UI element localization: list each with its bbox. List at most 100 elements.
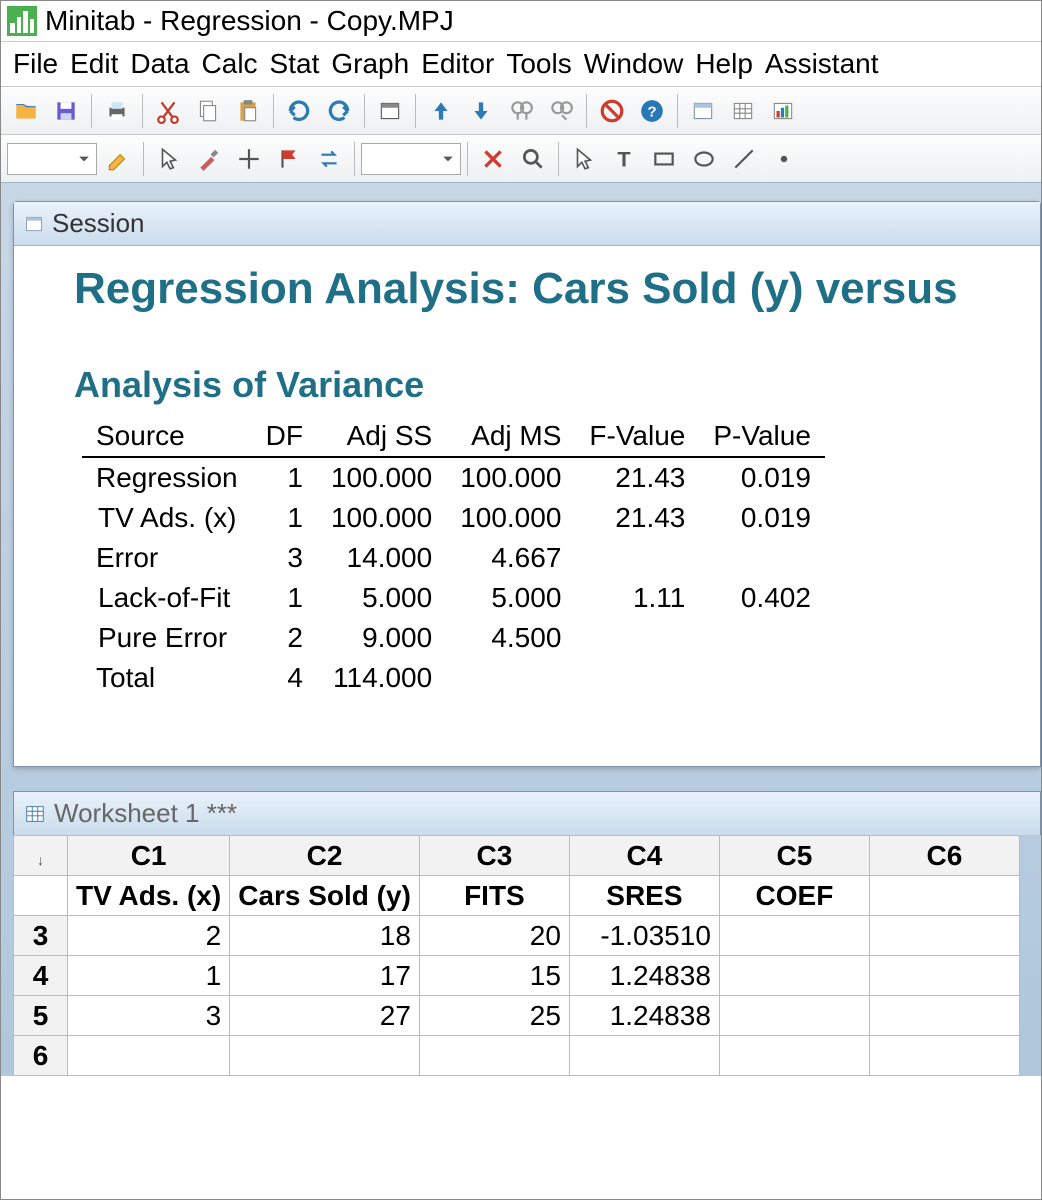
brush-format-icon[interactable] <box>99 141 137 177</box>
colname-c6[interactable] <box>869 876 1019 916</box>
ellipse-tool-icon[interactable] <box>685 141 723 177</box>
row-number[interactable]: 6 <box>14 1036 68 1076</box>
cell[interactable]: 1.24838 <box>569 996 719 1036</box>
show-session-icon[interactable] <box>684 93 722 129</box>
cell[interactable]: 18 <box>230 916 420 956</box>
cell[interactable] <box>869 916 1019 956</box>
flag-icon[interactable] <box>270 141 308 177</box>
new-window-icon[interactable] <box>371 93 409 129</box>
help-icon[interactable]: ? <box>633 93 671 129</box>
cell[interactable] <box>869 996 1019 1036</box>
cell[interactable]: 17 <box>230 956 420 996</box>
cell[interactable] <box>869 956 1019 996</box>
brush-icon[interactable] <box>190 141 228 177</box>
select-pointer-icon[interactable] <box>565 141 603 177</box>
worksheet-grid[interactable]: ↓ C1 C2 C3 C4 C5 C6 TV Ads. (x) Cars Sol… <box>13 835 1020 1076</box>
anova-f <box>575 658 699 698</box>
selector-dropdown[interactable] <box>7 143 97 175</box>
cell[interactable]: 25 <box>419 996 569 1036</box>
anova-f <box>575 538 699 578</box>
show-graph-icon[interactable] <box>764 93 802 129</box>
anova-adjms: 100.000 <box>446 498 575 538</box>
menu-graph[interactable]: Graph <box>327 48 413 80</box>
menu-calc[interactable]: Calc <box>198 48 262 80</box>
find-icon[interactable] <box>502 93 540 129</box>
cell[interactable]: 20 <box>419 916 569 956</box>
cancel-icon[interactable] <box>593 93 631 129</box>
menu-window[interactable]: Window <box>580 48 688 80</box>
colname-c1[interactable]: TV Ads. (x) <box>68 876 230 916</box>
menu-assistant[interactable]: Assistant <box>761 48 883 80</box>
row-number[interactable]: 5 <box>14 996 68 1036</box>
colname-c2[interactable]: Cars Sold (y) <box>230 876 420 916</box>
cell[interactable] <box>419 1036 569 1076</box>
cell[interactable]: 15 <box>419 956 569 996</box>
cell[interactable] <box>68 1036 230 1076</box>
delete-x-icon[interactable] <box>474 141 512 177</box>
swap-icon[interactable] <box>310 141 348 177</box>
cell[interactable] <box>719 916 869 956</box>
cell[interactable] <box>569 1036 719 1076</box>
pointer-icon[interactable] <box>150 141 188 177</box>
cell[interactable]: 1.24838 <box>569 956 719 996</box>
line-tool-icon[interactable] <box>725 141 763 177</box>
col-header-c3[interactable]: C3 <box>419 836 569 876</box>
find-next-icon[interactable] <box>542 93 580 129</box>
redo-icon[interactable] <box>320 93 358 129</box>
cell[interactable]: 3 <box>68 996 230 1036</box>
marker-tool-icon[interactable] <box>765 141 803 177</box>
cell[interactable]: 2 <box>68 916 230 956</box>
cell[interactable]: 1 <box>68 956 230 996</box>
rectangle-tool-icon[interactable] <box>645 141 683 177</box>
col-header-c2[interactable]: C2 <box>230 836 420 876</box>
row-number[interactable]: 3 <box>14 916 68 956</box>
colname-c3[interactable]: FITS <box>419 876 569 916</box>
anova-f: 1.11 <box>575 578 699 618</box>
cell[interactable] <box>230 1036 420 1076</box>
save-icon[interactable] <box>47 93 85 129</box>
paste-icon[interactable] <box>229 93 267 129</box>
crosshair-icon[interactable] <box>230 141 268 177</box>
anova-f: 21.43 <box>575 498 699 538</box>
arrow-down-icon[interactable] <box>462 93 500 129</box>
row-number[interactable]: 4 <box>14 956 68 996</box>
anova-row: Error314.0004.667 <box>82 538 825 578</box>
search-icon[interactable] <box>514 141 552 177</box>
arrow-up-icon[interactable] <box>422 93 460 129</box>
col-header-c4[interactable]: C4 <box>569 836 719 876</box>
anova-p: 0.019 <box>699 498 825 538</box>
session-window-titlebar[interactable]: Session <box>14 202 1040 246</box>
cell[interactable] <box>719 1036 869 1076</box>
menu-data[interactable]: Data <box>126 48 193 80</box>
menu-tools[interactable]: Tools <box>502 48 575 80</box>
col-header-c1[interactable]: C1 <box>68 836 230 876</box>
copy-icon[interactable] <box>189 93 227 129</box>
menu-help[interactable]: Help <box>691 48 757 80</box>
anova-adjms <box>446 658 575 698</box>
show-worksheet-icon[interactable] <box>724 93 762 129</box>
open-icon[interactable] <box>7 93 45 129</box>
cut-icon[interactable] <box>149 93 187 129</box>
text-tool-icon[interactable]: T <box>605 141 643 177</box>
undo-icon[interactable] <box>280 93 318 129</box>
colname-c4[interactable]: SRES <box>569 876 719 916</box>
cell[interactable] <box>869 1036 1019 1076</box>
menu-file[interactable]: File <box>9 48 62 80</box>
colname-row-head[interactable] <box>14 876 68 916</box>
worksheet-row: 4117151.24838 <box>14 956 1020 996</box>
zoom-dropdown[interactable] <box>361 143 461 175</box>
worksheet-window-titlebar[interactable]: Worksheet 1 *** <box>13 791 1041 835</box>
col-header-c5[interactable]: C5 <box>719 836 869 876</box>
cell[interactable]: 27 <box>230 996 420 1036</box>
menu-edit[interactable]: Edit <box>66 48 122 80</box>
menu-stat[interactable]: Stat <box>266 48 324 80</box>
cell[interactable]: -1.03510 <box>569 916 719 956</box>
print-icon[interactable] <box>98 93 136 129</box>
anova-source: Lack-of-Fit <box>82 578 252 618</box>
cell[interactable] <box>719 996 869 1036</box>
col-header-c6[interactable]: C6 <box>869 836 1019 876</box>
cell[interactable] <box>719 956 869 996</box>
menu-editor[interactable]: Editor <box>417 48 498 80</box>
colname-c5[interactable]: COEF <box>719 876 869 916</box>
worksheet-corner[interactable]: ↓ <box>14 836 68 876</box>
